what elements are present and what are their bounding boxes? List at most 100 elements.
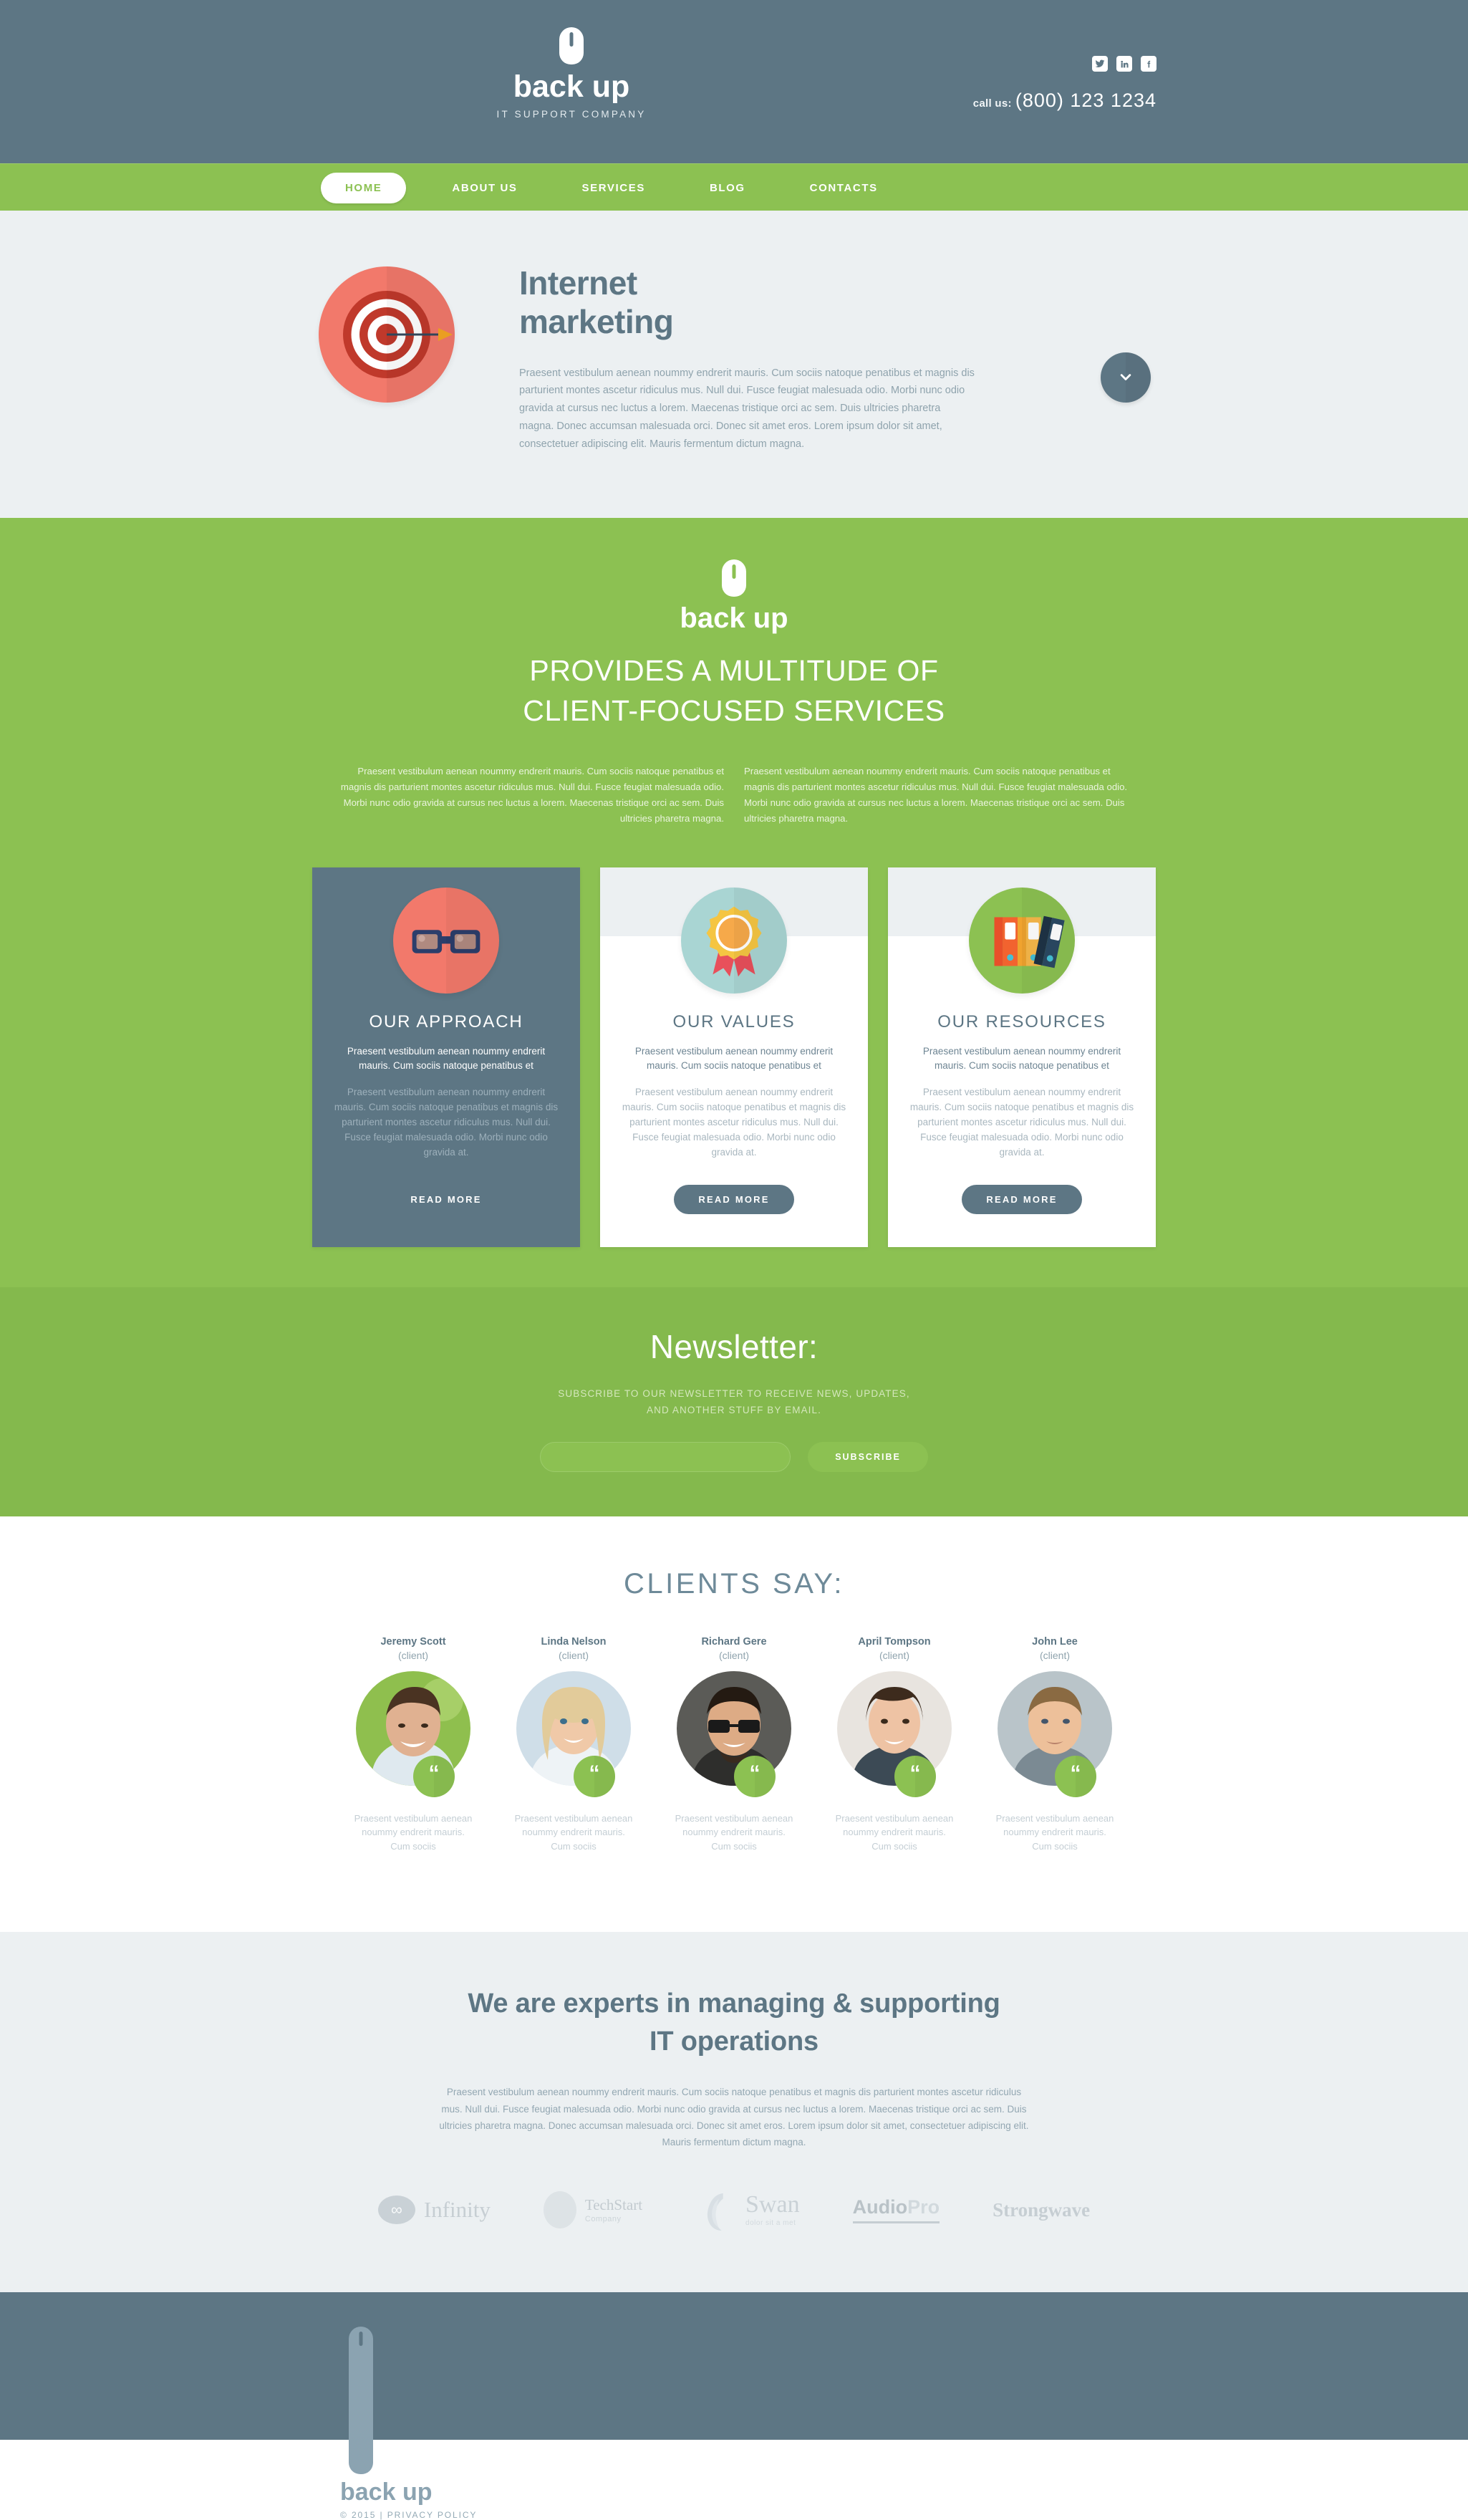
logo-audiopro[interactable]: AudioPro <box>852 2196 940 2223</box>
newsletter-title: Newsletter: <box>650 1327 818 1365</box>
experts-title-line-2: IT operations <box>650 2026 818 2057</box>
call-us-label: call us: <box>972 97 1012 110</box>
logo-tagline: IT SUPPORT COMPANY <box>496 109 647 120</box>
logo-strongwave[interactable]: Strongwave <box>993 2199 1090 2221</box>
logo-label: TechStart <box>584 2196 643 2213</box>
logo-techstart[interactable]: TechStart Company <box>543 2191 643 2229</box>
mouse-icon <box>559 27 584 64</box>
phone-value: (800) 123 1234 <box>1015 90 1156 111</box>
client-role: (client) <box>397 1649 428 1661</box>
client-name: Richard Gere <box>701 1635 767 1648</box>
client-role: (client) <box>879 1649 909 1661</box>
quote-badge: “ <box>894 1755 936 1797</box>
card-title: OUR RESOURCES <box>937 1011 1106 1031</box>
site-logo[interactable]: back up IT SUPPORT COMPANY <box>489 27 654 120</box>
logo-sublabel: dolor sit a met <box>745 2219 796 2228</box>
client-name: Jeremy Scott <box>380 1635 446 1648</box>
client-role: (client) <box>718 1649 749 1661</box>
main-navigation: HOME ABOUT US SERVICES BLOG CONTACTS <box>0 163 1468 211</box>
newsletter-subtitle-line-1: SUBSCRIBE TO OUR NEWSLETTER TO RECEIVE N… <box>558 1388 910 1399</box>
mouse-icon <box>722 559 746 597</box>
hero-icon-column <box>312 261 519 403</box>
testimonial-item[interactable]: John Lee (client) “ Praesent vestibulum … <box>982 1636 1127 1854</box>
privacy-policy-link[interactable]: PRIVACY POLICY <box>387 2510 478 2520</box>
newsletter-subtitle: SUBSCRIBE TO OUR NEWSLETTER TO RECEIVE N… <box>312 1386 1156 1419</box>
logo-swan[interactable]: Swan dolor sit a met <box>695 2189 800 2231</box>
card-lead: Praesent vestibulum aenean noummy endrer… <box>634 1045 834 1071</box>
glasses-icon <box>393 887 499 994</box>
linkedin-icon[interactable] <box>1116 56 1132 72</box>
header-contact-block: call us: (800) 123 1234 <box>856 56 1156 112</box>
logo-label: Strongwave <box>993 2198 1091 2221</box>
quote-badge: “ <box>734 1755 776 1797</box>
card-title: OUR APPROACH <box>369 1011 523 1031</box>
client-role: (client) <box>558 1649 589 1661</box>
client-quote: Praesent vestibulum aenean noummy endrer… <box>675 1812 793 1852</box>
client-quote: Praesent vestibulum aenean noummy endrer… <box>835 1812 954 1852</box>
twitter-icon[interactable] <box>1092 56 1108 72</box>
scroll-down-button[interactable] <box>1101 352 1151 403</box>
client-name: April Tompson <box>858 1635 931 1648</box>
newsletter-subtitle-line-2: AND ANOTHER STUFF BY EMAIL. <box>647 1404 821 1415</box>
hero-text-column: Internet marketing Praesent vestibulum a… <box>519 261 1156 453</box>
quote-badge: “ <box>574 1755 615 1797</box>
hero-section: Internet marketing Praesent vestibulum a… <box>0 211 1468 519</box>
services-section: back up PROVIDES A MULTITUDE OF CLIENT-F… <box>0 518 1468 1287</box>
hero-paragraph: Praesent vestibulum aenean noummy endrer… <box>519 367 975 451</box>
testimonial-item[interactable]: Linda Nelson (client) “ Praesent vestibu… <box>501 1636 646 1854</box>
service-card-our-resources[interactable]: OUR RESOURCES Praesent vestibulum aenean… <box>888 867 1156 1247</box>
logo-text: back up <box>513 69 630 104</box>
read-more-button[interactable]: READ MORE <box>410 1185 481 1214</box>
card-description: Praesent vestibulum aenean noummy endrer… <box>909 1087 1134 1158</box>
quote-badge: “ <box>413 1755 455 1797</box>
logo-sublabel: Company <box>584 2214 622 2223</box>
service-card-our-values[interactable]: OUR VALUES Praesent vestibulum aenean no… <box>600 867 868 1247</box>
services-intro-right: Praesent vestibulum aenean noummy endrer… <box>744 765 1128 824</box>
nav-item-services[interactable]: SERVICES <box>564 173 664 203</box>
nav-item-about-us[interactable]: ABOUT US <box>433 173 536 203</box>
award-medal-icon <box>681 887 787 994</box>
testimonials-section: CLIENTS SAY: Jeremy Scott (client) “ Pra… <box>0 1516 1468 1933</box>
page-root: back up IT SUPPORT COMPANY call us:(800)… <box>0 0 1468 2520</box>
nav-item-home[interactable]: HOME <box>321 172 407 203</box>
read-more-button[interactable]: READ MORE <box>674 1184 794 1214</box>
client-role: (client) <box>1039 1649 1070 1661</box>
infinity-icon: ∞ <box>377 2196 415 2225</box>
services-brand-name: back up <box>680 602 788 635</box>
services-brand: back up <box>312 559 1156 633</box>
swan-icon <box>707 2193 723 2231</box>
newsletter-form: SUBSCRIBE <box>312 1441 1156 1472</box>
testimonial-item[interactable]: April Tompson (client) “ Praesent vestib… <box>822 1636 967 1854</box>
card-description: Praesent vestibulum aenean noummy endrer… <box>334 1087 559 1158</box>
client-quote: Praesent vestibulum aenean noummy endrer… <box>514 1812 633 1852</box>
logo-label: Swan <box>745 2191 800 2218</box>
site-header: back up IT SUPPORT COMPANY call us:(800)… <box>0 0 1468 163</box>
facebook-icon[interactable] <box>1141 56 1156 72</box>
footer-logo[interactable]: back up © 2015 | PRIVACY POLICY <box>340 2327 477 2520</box>
card-title: OUR VALUES <box>672 1011 796 1031</box>
newsletter-email-input[interactable] <box>540 1441 791 1472</box>
client-quote: Praesent vestibulum aenean noummy endrer… <box>354 1812 473 1852</box>
service-cards: OUR APPROACH Praesent vestibulum aenean … <box>312 867 1156 1287</box>
logo-label: AudioPro <box>852 2196 940 2223</box>
read-more-button[interactable]: READ MORE <box>962 1184 1082 1214</box>
chevron-down-icon <box>1120 374 1131 380</box>
subscribe-button[interactable]: SUBSCRIBE <box>808 1441 928 1472</box>
testimonials-title: CLIENTS SAY: <box>623 1567 844 1600</box>
services-intro-left: Praesent vestibulum aenean noummy endrer… <box>340 765 724 824</box>
phone-number[interactable]: call us: (800) 123 1234 <box>856 90 1156 112</box>
testimonial-item[interactable]: Jeremy Scott (client) “ Praesent vestibu… <box>341 1636 486 1854</box>
nav-item-blog[interactable]: BLOG <box>691 173 764 203</box>
hero-title-line-2: marketing <box>519 303 674 341</box>
client-name: Linda Nelson <box>541 1635 607 1648</box>
client-name: John Lee <box>1032 1635 1078 1648</box>
service-card-our-approach[interactable]: OUR APPROACH Praesent vestibulum aenean … <box>312 867 580 1247</box>
testimonial-item[interactable]: Richard Gere (client) “ Praesent vestibu… <box>662 1636 806 1854</box>
hero-title: Internet marketing <box>519 264 1156 342</box>
site-footer: back up © 2015 | PRIVACY POLICY <box>0 2292 1468 2520</box>
logo-infinity[interactable]: ∞ Infinity <box>377 2196 491 2225</box>
nav-item-contacts[interactable]: CONTACTS <box>791 173 897 203</box>
services-heading-line-2: CLIENT-FOCUSED SERVICES <box>523 693 945 727</box>
services-heading: PROVIDES A MULTITUDE OF CLIENT-FOCUSED S… <box>312 651 1156 731</box>
hero-title-line-1: Internet <box>519 264 637 302</box>
